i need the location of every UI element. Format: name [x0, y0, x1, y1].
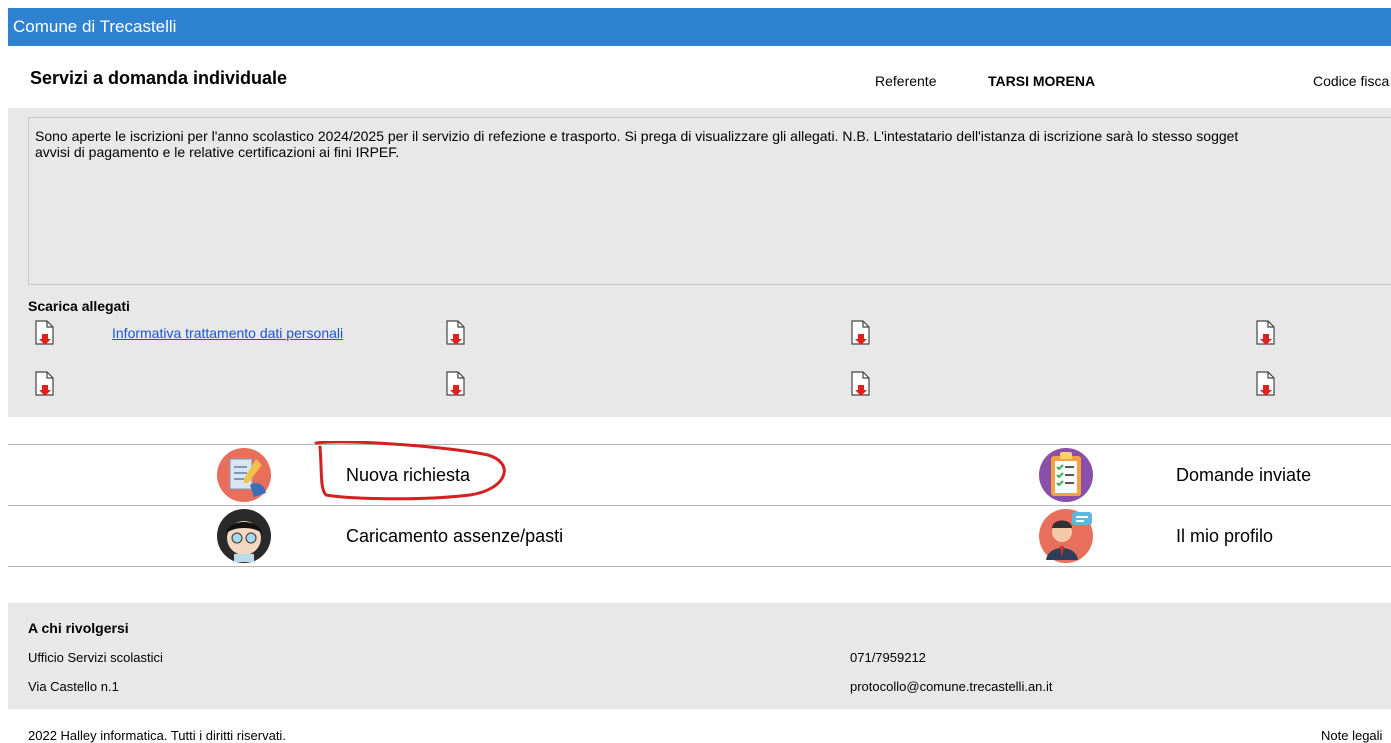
absences-meals-icon: [217, 509, 271, 563]
pdf-download-icon[interactable]: [850, 371, 872, 397]
page-title: Servizi a domanda individuale: [30, 68, 288, 88]
contact-address: Via Castello n.1: [28, 679, 119, 694]
referente-value: TARSI MORENA: [988, 73, 1096, 89]
notice-line-1: Sono aperte le iscrizioni per l'anno sco…: [35, 128, 1239, 144]
notice-line-2: avvisi di pagamento e le relative certif…: [35, 144, 400, 160]
absences-meals-label[interactable]: Caricamento assenze/pasti: [346, 526, 563, 547]
notice-box: Sono aperte le iscrizioni per l'anno sco…: [28, 117, 1391, 285]
new-request-label[interactable]: Nuova richiesta: [346, 465, 470, 486]
attachment-item[interactable]: [1255, 371, 1297, 397]
sent-applications-button[interactable]: Domande inviate: [1038, 445, 1358, 505]
services-menu: Nuova richiesta Domande inviate Caricame…: [8, 441, 1391, 567]
attachment-item[interactable]: [445, 320, 487, 346]
new-request-icon: [217, 448, 271, 502]
pdf-download-icon[interactable]: [850, 320, 872, 346]
sent-applications-icon: [1039, 448, 1093, 502]
codice-fiscale-label: Codice fisca: [1313, 73, 1390, 89]
contact-email: protocollo@comune.trecastelli.an.it: [850, 679, 1053, 694]
contact-office: Ufficio Servizi scolastici: [28, 650, 163, 665]
contact-panel: A chi rivolgersi Ufficio Servizi scolast…: [8, 603, 1391, 709]
absences-meals-button[interactable]: Caricamento assenze/pasti: [216, 506, 636, 566]
pdf-download-icon[interactable]: [445, 371, 467, 397]
app-title-bar: Comune di Trecastelli: [8, 8, 1391, 46]
new-request-button[interactable]: Nuova richiesta: [216, 445, 516, 505]
page-header: Servizi a domanda individuale Referente …: [0, 46, 1391, 108]
info-panel: Sono aperte le iscrizioni per l'anno sco…: [8, 108, 1391, 417]
attachment-item[interactable]: [445, 371, 487, 397]
footer-copyright: 2022 Halley informatica. Tutti i diritti…: [28, 728, 286, 743]
sent-applications-label[interactable]: Domande inviate: [1176, 465, 1311, 486]
attachment-item[interactable]: [850, 320, 892, 346]
profile-label[interactable]: Il mio profilo: [1176, 526, 1273, 547]
attachment-item[interactable]: [850, 371, 892, 397]
referente-label: Referente: [875, 73, 937, 89]
legal-notes-link[interactable]: Note legali: [1321, 728, 1382, 743]
attachment-link[interactable]: Informativa trattamento dati personali: [112, 325, 343, 341]
pdf-download-icon[interactable]: [445, 320, 467, 346]
attachment-item[interactable]: Informativa trattamento dati personali: [34, 320, 343, 346]
menu-row: Caricamento assenze/pasti Il mio profilo: [8, 505, 1391, 567]
pdf-download-icon[interactable]: [34, 320, 56, 346]
profile-button[interactable]: Il mio profilo: [1038, 506, 1358, 566]
pdf-download-icon[interactable]: [1255, 371, 1277, 397]
attachment-item[interactable]: [1255, 320, 1297, 346]
menu-row: Nuova richiesta Domande inviate: [8, 441, 1391, 505]
app-title: Comune di Trecastelli: [13, 17, 177, 36]
pdf-download-icon[interactable]: [1255, 320, 1277, 346]
attachment-item[interactable]: [34, 371, 76, 397]
profile-icon: [1039, 509, 1093, 563]
attachments-title: Scarica allegati: [28, 298, 130, 314]
contact-phone: 071/7959212: [850, 650, 926, 665]
pdf-download-icon[interactable]: [34, 371, 56, 397]
contact-title: A chi rivolgersi: [28, 620, 129, 636]
